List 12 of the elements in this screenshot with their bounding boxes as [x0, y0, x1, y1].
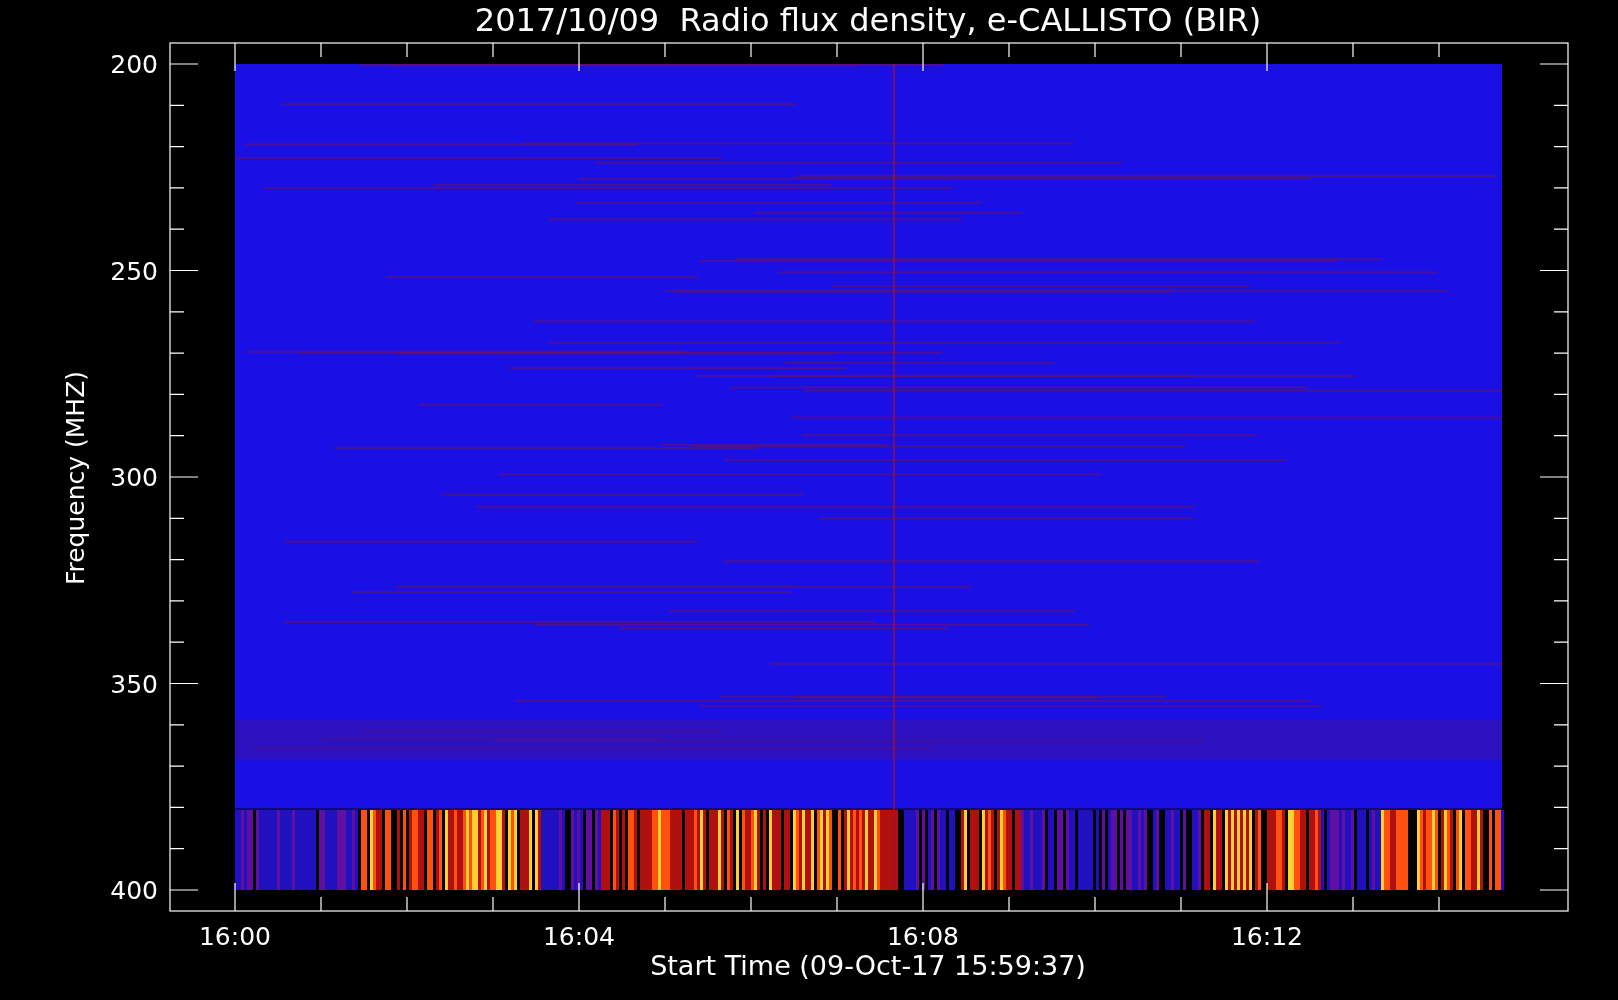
- y-tick-label: 200: [110, 50, 158, 79]
- x-tick-label: 16:08: [887, 922, 959, 951]
- y-tick-label: 400: [110, 876, 158, 905]
- y-tick-label: 300: [110, 463, 158, 492]
- y-axis-label: Frequency (MHZ): [61, 370, 90, 586]
- x-tick-label: 16:00: [199, 922, 271, 951]
- chart-title: 2017/10/09 Radio flux density, e-CALLISTO (BIR): [474, 1, 1262, 39]
- y-tick-label: 250: [110, 256, 158, 286]
- x-axis-label: Start Time (09-Oct-17 15:59:37): [650, 950, 1086, 981]
- y-tick-label: 350: [110, 669, 158, 699]
- x-tick-label: 16:12: [1231, 922, 1303, 951]
- x-tick-label: 16:04: [543, 922, 615, 951]
